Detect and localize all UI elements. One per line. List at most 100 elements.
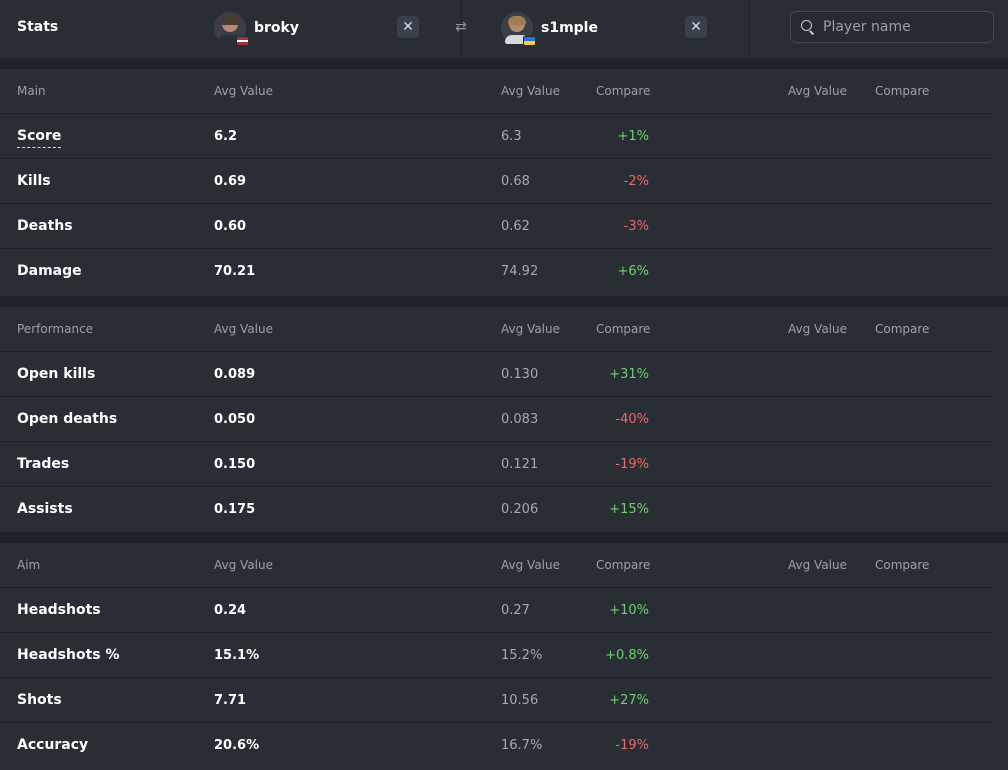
remove-player-2-button[interactable]: ✕ <box>685 16 707 38</box>
player-2-avatar <box>501 12 536 46</box>
player-1-value: 0.050 <box>214 412 256 427</box>
stat-row: Deaths 0.60 0.62 -3% <box>0 204 1008 249</box>
col-compare: Compare <box>596 558 651 572</box>
player-1-value: 0.24 <box>214 603 247 618</box>
player-1-value: 6.2 <box>214 129 238 144</box>
stat-label[interactable]: Score <box>17 114 62 159</box>
stats-compare-page: Stats broky ✕ ⇄ s1mple ✕ Main Avg Val <box>0 0 1008 770</box>
stat-label: Trades <box>17 456 70 472</box>
compare-value: -19% <box>615 738 649 753</box>
player-2-value: 0.083 <box>501 412 539 427</box>
col-avg-value: Avg Value <box>214 84 273 98</box>
col-compare: Compare <box>596 322 651 336</box>
stat-row: Accuracy 20.6% 16.7% -19% <box>0 723 1008 768</box>
stat-row: Headshots 0.24 0.27 +10% <box>0 588 1008 633</box>
player-2-value: 74.92 <box>501 264 539 279</box>
compare-value: +6% <box>617 264 649 279</box>
player-2[interactable]: s1mple <box>501 10 598 46</box>
stat-row: Score 6.2 6.3 +1% <box>0 114 1008 159</box>
col-avg-value: Avg Value <box>501 84 560 98</box>
col-compare: Compare <box>875 84 930 98</box>
compare-value: -19% <box>615 457 649 472</box>
player-1-value: 0.69 <box>214 174 247 189</box>
player-1-name: broky <box>254 20 299 36</box>
stat-label: Damage <box>17 263 82 279</box>
stat-row: Open kills 0.089 0.130 +31% <box>0 352 1008 397</box>
col-avg-value: Avg Value <box>501 322 560 336</box>
score-tooltip-label[interactable]: Score <box>17 127 62 148</box>
col-compare: Compare <box>875 558 930 572</box>
col-compare: Compare <box>596 84 651 98</box>
stat-row: Shots 7.71 10.56 +27% <box>0 678 1008 723</box>
stat-row: Assists 0.175 0.206 +15% <box>0 487 1008 532</box>
stat-label: Assists <box>17 501 73 517</box>
stat-label: Headshots <box>17 602 101 618</box>
player-2-value: 16.7% <box>501 738 543 753</box>
section-header-row: Aim Avg Value Avg Value Compare Avg Valu… <box>0 543 1008 588</box>
section-main: Main Avg Value Avg Value Compare Avg Val… <box>0 69 1008 296</box>
compare-value: -3% <box>623 219 649 234</box>
compare-header: Stats broky ✕ ⇄ s1mple ✕ <box>0 0 1008 58</box>
col-avg-value: Avg Value <box>501 558 560 572</box>
col-avg-value: Avg Value <box>788 84 847 98</box>
ukraine-flag-icon <box>523 36 536 46</box>
player-2-value: 0.68 <box>501 174 530 189</box>
section-title: Performance <box>17 322 94 336</box>
player-2-value: 0.121 <box>501 457 539 472</box>
stat-row: Kills 0.69 0.68 -2% <box>0 159 1008 204</box>
col-compare: Compare <box>875 322 930 336</box>
stat-label: Deaths <box>17 218 73 234</box>
stat-row: Damage 70.21 74.92 +6% <box>0 249 1008 294</box>
player-search-input[interactable] <box>823 14 983 40</box>
swap-players-icon[interactable]: ⇄ <box>453 16 469 38</box>
header-divider <box>748 0 749 58</box>
col-avg-value: Avg Value <box>214 558 273 572</box>
section-title: Main <box>17 84 46 98</box>
stat-label: Kills <box>17 173 51 189</box>
compare-value: +27% <box>609 693 649 708</box>
player-2-name: s1mple <box>541 20 598 36</box>
section-performance: Performance Avg Value Avg Value Compare … <box>0 307 1008 532</box>
close-icon: ✕ <box>402 19 414 35</box>
player-1-value: 7.71 <box>214 693 247 708</box>
player-1-value: 0.150 <box>214 457 256 472</box>
section-title: Aim <box>17 558 41 572</box>
section-aim: Aim Avg Value Avg Value Compare Avg Valu… <box>0 543 1008 770</box>
stat-row: Headshots % 15.1% 15.2% +0.8% <box>0 633 1008 678</box>
compare-value: -40% <box>615 412 649 427</box>
player-1-value: 0.175 <box>214 502 256 517</box>
player-1-value: 70.21 <box>214 264 256 279</box>
col-avg-value: Avg Value <box>788 558 847 572</box>
player-search[interactable] <box>790 11 994 43</box>
player-2-value: 0.130 <box>501 367 539 382</box>
player-1-value: 20.6% <box>214 738 260 753</box>
player-1-value: 0.60 <box>214 219 247 234</box>
compare-value: +0.8% <box>605 648 649 663</box>
player-1[interactable]: broky <box>214 10 299 46</box>
player-2-value: 15.2% <box>501 648 543 663</box>
player-1-value: 0.089 <box>214 367 256 382</box>
compare-value: +10% <box>609 603 649 618</box>
player-1-avatar <box>214 12 249 46</box>
close-icon: ✕ <box>690 19 702 35</box>
player-2-value: 10.56 <box>501 693 539 708</box>
stat-row: Trades 0.150 0.121 -19% <box>0 442 1008 487</box>
stat-label: Open kills <box>17 366 96 382</box>
section-header-row: Main Avg Value Avg Value Compare Avg Val… <box>0 69 1008 114</box>
stat-label: Headshots % <box>17 647 120 663</box>
compare-value: -2% <box>623 174 649 189</box>
stat-label: Shots <box>17 692 62 708</box>
stats-title: Stats <box>17 19 59 35</box>
remove-player-1-button[interactable]: ✕ <box>397 16 419 38</box>
latvia-flag-icon <box>236 36 249 46</box>
col-avg-value: Avg Value <box>788 322 847 336</box>
player-2-value: 6.3 <box>501 129 522 144</box>
player-2-value: 0.27 <box>501 603 530 618</box>
stat-label: Accuracy <box>17 737 89 753</box>
player-2-value: 0.62 <box>501 219 530 234</box>
search-icon <box>801 20 815 34</box>
col-avg-value: Avg Value <box>214 322 273 336</box>
stat-label: Open deaths <box>17 411 118 427</box>
section-header-row: Performance Avg Value Avg Value Compare … <box>0 307 1008 352</box>
stat-row: Open deaths 0.050 0.083 -40% <box>0 397 1008 442</box>
